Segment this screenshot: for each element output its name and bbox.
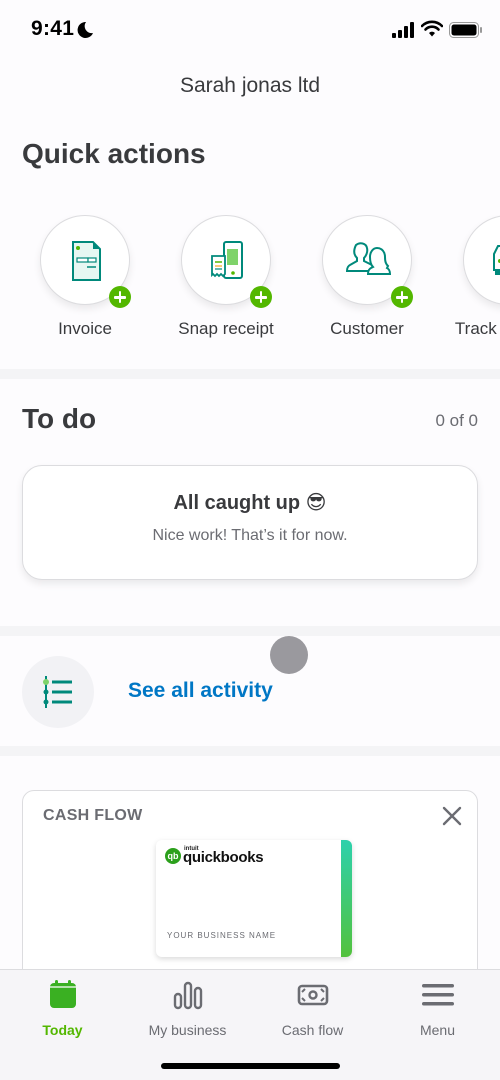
add-plus-icon <box>109 286 131 308</box>
quick-action-label: Customer <box>330 319 404 338</box>
quick-actions-carousel[interactable]: Invoice Snap receipt Customer Track <box>0 215 500 345</box>
add-plus-icon <box>250 286 272 308</box>
customer-icon <box>345 242 392 275</box>
todo-count: 0 of 0 <box>435 411 478 430</box>
quick-action-snap-receipt[interactable]: Snap receipt <box>156 215 296 339</box>
quick-action-customer[interactable]: Customer <box>297 215 437 339</box>
tab-my-business[interactable]: My business <box>125 980 250 1038</box>
quick-action-label: Track mileage <box>454 319 500 338</box>
calendar-icon <box>49 980 76 1008</box>
hamburger-icon <box>421 984 454 1006</box>
bar-chart-icon <box>173 981 202 1010</box>
moon-icon <box>77 21 93 38</box>
company-name[interactable]: Sarah jonas ltd <box>0 74 500 98</box>
invoice-icon <box>72 241 101 281</box>
quick-action-circle[interactable] <box>463 215 500 305</box>
quick-action-circle[interactable] <box>181 215 272 308</box>
section-divider <box>0 369 500 379</box>
wifi-icon <box>421 20 443 37</box>
quickbooks-debit-card-image: qb intuit quickbooks YOUR BUSINESS NAME <box>156 840 352 957</box>
quickbooks-wordmark: quickbooks <box>183 849 264 866</box>
activity-icon-button[interactable] <box>22 656 94 728</box>
tab-label: Menu <box>419 1022 456 1038</box>
touch-indicator <box>270 636 308 674</box>
section-divider <box>0 746 500 756</box>
snap-receipt-icon <box>211 241 243 279</box>
tab-menu[interactable]: Menu <box>375 980 500 1038</box>
quick-action-invoice[interactable]: Invoice <box>15 215 155 339</box>
activity-list-icon <box>43 676 72 708</box>
status-bar: 9:41 <box>0 0 500 60</box>
quick-action-track-mileage[interactable]: Track mileage <box>438 215 500 339</box>
see-all-activity-link[interactable]: See all activity <box>128 679 273 703</box>
quick-action-label: Snap receipt <box>178 319 274 338</box>
todo-title: To do <box>22 403 97 434</box>
add-plus-icon <box>391 286 413 308</box>
tab-today[interactable]: Today <box>0 980 125 1038</box>
todo-card-subtitle: Nice work! That’s it for now. <box>152 527 348 544</box>
money-icon <box>297 984 328 1006</box>
status-time: 9:41 <box>31 17 75 40</box>
tab-label: Today <box>42 1022 83 1038</box>
todo-card: All caught up 😎 Nice work! That’s it for… <box>22 465 478 580</box>
quick-actions-title: Quick actions <box>22 138 206 169</box>
home-indicator[interactable] <box>161 1063 340 1069</box>
quick-action-label: Invoice <box>58 319 112 338</box>
card-stripe <box>341 840 352 957</box>
quick-action-circle[interactable] <box>322 215 413 308</box>
tab-label: Cash flow <box>281 1022 344 1038</box>
tab-label: My business <box>148 1022 227 1038</box>
battery-icon <box>449 22 482 38</box>
card-business-name: YOUR BUSINESS NAME <box>167 931 277 940</box>
tab-cash-flow[interactable]: Cash flow <box>250 980 375 1038</box>
signal-icon <box>392 22 414 38</box>
quick-action-circle[interactable] <box>40 215 131 308</box>
close-icon[interactable] <box>441 805 463 827</box>
todo-card-title: All caught up 😎 <box>173 492 327 514</box>
section-divider <box>0 626 500 636</box>
car-icon <box>493 245 500 275</box>
cash-flow-title: CASH FLOW <box>43 807 143 824</box>
quickbooks-logo-icon: qb <box>165 848 181 864</box>
